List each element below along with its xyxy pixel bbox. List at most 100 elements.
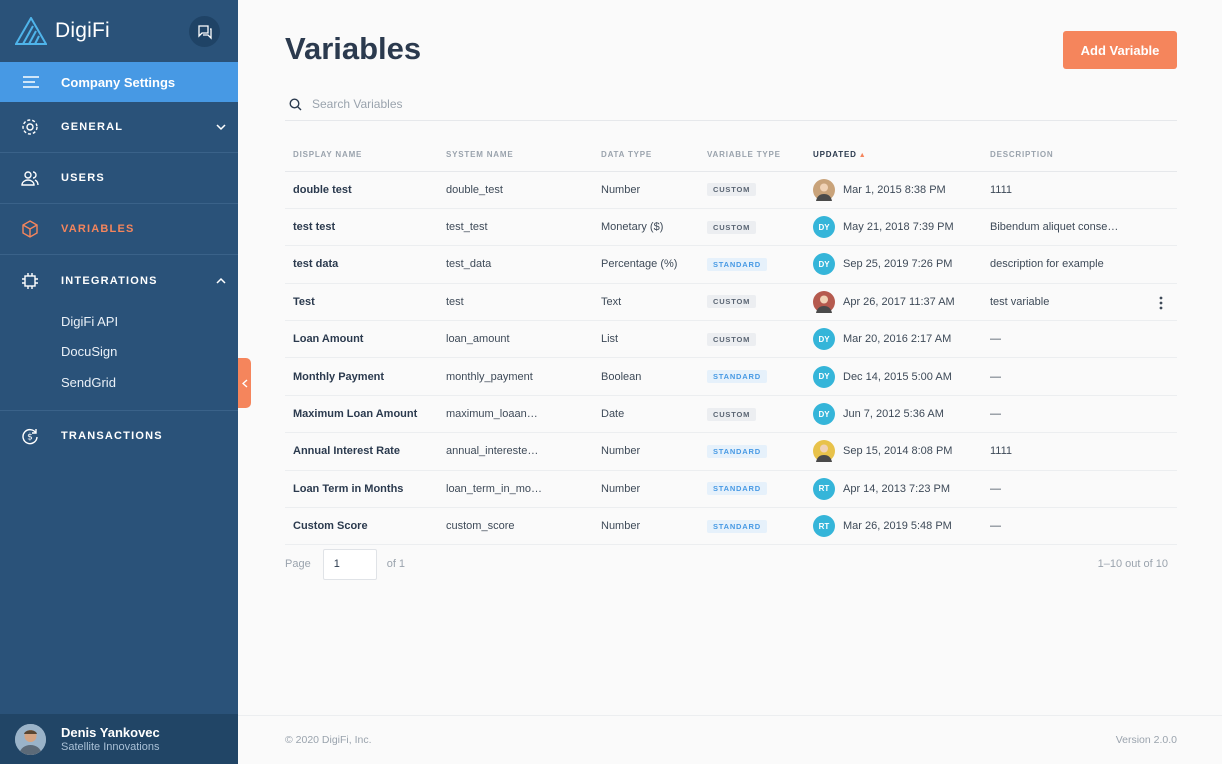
avatar: DY [813, 328, 835, 351]
cell-description: 1111 [982, 171, 1177, 209]
cell-description: description for example [982, 245, 1177, 284]
sidebar-item-label: GENERAL [61, 121, 124, 133]
menu-lines-icon [23, 76, 39, 88]
page-number-input[interactable] [322, 548, 377, 580]
company-settings-item[interactable]: Company Settings [0, 62, 238, 102]
main-content: Variables Add Variable DISPLAY NAME SYST… [238, 0, 1222, 764]
sidebar-item-label: INTEGRATIONS [61, 274, 158, 287]
description-text: 1111 [990, 183, 1013, 196]
sidebar-item-label: USERS [61, 172, 105, 184]
sidebar-subitem-sendgrid[interactable]: SendGrid [0, 367, 238, 398]
avatar: DY [813, 365, 835, 388]
chat-button[interactable] [189, 16, 220, 47]
avatar: DY [813, 216, 835, 239]
avatar: DY [813, 403, 835, 426]
updated-timestamp: May 21, 2018 7:39 PM [843, 221, 954, 234]
cell-data-type: Number [593, 470, 699, 509]
sidebar-subitem-digifi-api[interactable]: DigiFi API [0, 306, 238, 337]
cell-data-type: Date [593, 395, 699, 434]
brand-header: DigiFi [0, 0, 238, 62]
cell-data-type: Number [593, 507, 699, 546]
cell-variable-type: CUSTOM [699, 171, 805, 209]
table-row[interactable]: Test test Text CUSTOM Apr 26, 2017 11:37 AM t… [285, 283, 1177, 322]
cell-updated: Mar 1, 2015 8:38 PM [805, 171, 982, 209]
column-header-label: UPDATED [813, 149, 857, 159]
sidebar-item-label: TRANSACTIONS [61, 430, 163, 442]
cell-data-type: List [593, 320, 699, 359]
variable-type-badge: STANDARD [707, 257, 767, 271]
add-variable-button[interactable]: Add Variable [1063, 31, 1177, 69]
table-row[interactable]: double test double_test Number CUSTOM Mar 1,… [285, 171, 1177, 209]
cell-data-type: Number [593, 432, 699, 471]
cell-display-name: Custom Score [285, 507, 438, 546]
cell-display-name: Maximum Loan Amount [285, 395, 438, 434]
cell-description: test variable [982, 283, 1177, 322]
integrations-group: INTEGRATIONS DigiFi API DocuSign SendGri… [0, 255, 238, 411]
cell-system-name: test_test [438, 208, 593, 247]
cell-variable-type: STANDARD [699, 245, 805, 284]
column-header-system-name[interactable]: SYSTEM NAME [438, 138, 593, 172]
variable-type-badge: STANDARD [707, 370, 767, 384]
cell-updated: DY Jun 7, 2012 5:36 AM [805, 395, 982, 434]
page-total: of 1 [386, 558, 406, 570]
table-row[interactable]: Loan Term in Months loan_term_in_mo… Numbe… [285, 470, 1177, 509]
table-row[interactable]: test data test_data Percentage (%) STANDARD… [285, 245, 1177, 284]
cell-description: — [982, 395, 1177, 434]
column-header-description[interactable]: DESCRIPTION [982, 138, 1177, 172]
column-header-display-name[interactable]: DISPLAY NAME [285, 138, 438, 172]
column-header-updated[interactable]: UPDATED ▲ [805, 138, 982, 172]
search-input[interactable] [312, 97, 712, 111]
updated-timestamp: Mar 1, 2015 8:38 PM [843, 183, 946, 196]
chat-icon [197, 24, 212, 40]
table-row[interactable]: Custom Score custom_score Number STANDARD RT… [285, 507, 1177, 546]
cell-updated: DY Dec 14, 2015 5:00 AM [805, 357, 982, 396]
sidebar-item-transactions[interactable]: $ TRANSACTIONS [0, 411, 238, 462]
cell-updated: Apr 26, 2017 11:37 AM [805, 283, 982, 322]
cell-updated: Sep 15, 2014 8:08 PM [805, 432, 982, 471]
dollar-cycle-icon: $ [22, 428, 38, 445]
avatar [15, 723, 46, 755]
cell-variable-type: CUSTOM [699, 395, 805, 434]
svg-text:$: $ [27, 433, 33, 443]
more-options-icon[interactable] [1159, 296, 1163, 310]
avatar: RT [813, 515, 835, 538]
description-text: — [990, 520, 1001, 533]
sidebar-item-users[interactable]: USERS [0, 153, 238, 204]
sidebar: DigiFi Company Settings GENERAL USERS VA… [0, 0, 238, 764]
description-text: description for example [990, 258, 1104, 271]
cell-updated: DY May 21, 2018 7:39 PM [805, 208, 982, 247]
cube-icon [22, 220, 38, 238]
company-settings-label: Company Settings [61, 74, 176, 90]
sidebar-subitem-docusign[interactable]: DocuSign [0, 337, 238, 368]
avatar [813, 290, 835, 313]
table-row[interactable]: Annual Interest Rate annual_intereste… Num… [285, 432, 1177, 471]
cell-display-name: Test [285, 283, 438, 322]
table-row[interactable]: test test test_test Monetary ($) CUSTOM DY Ma… [285, 208, 1177, 247]
cell-data-type: Text [593, 283, 699, 322]
table-row[interactable]: Monthly Payment monthly_payment Boolean STA… [285, 357, 1177, 396]
cell-system-name: loan_term_in_mo… [438, 470, 593, 509]
cell-variable-type: STANDARD [699, 507, 805, 546]
current-user[interactable]: Denis Yankovec Satellite Innovations [0, 714, 238, 764]
column-header-data-type[interactable]: DATA TYPE [593, 138, 699, 172]
avatar: DY [813, 253, 835, 276]
updated-timestamp: Jun 7, 2012 5:36 AM [843, 408, 944, 421]
table-row[interactable]: Loan Amount loan_amount List CUSTOM DY Mar 20… [285, 320, 1177, 359]
pagination: Page of 1 1–10 out of 10 [285, 548, 1177, 580]
cell-updated: DY Mar 20, 2016 2:17 AM [805, 320, 982, 359]
cell-system-name: double_test [438, 171, 593, 209]
column-header-variable-type[interactable]: VARIABLE TYPE [699, 138, 805, 172]
cell-display-name: Loan Amount [285, 320, 438, 359]
updated-timestamp: Sep 25, 2019 7:26 PM [843, 258, 953, 271]
cell-description: Bibendum aliquet conse… [982, 208, 1177, 247]
table-row[interactable]: Maximum Loan Amount maximum_loaan… Date CUS… [285, 395, 1177, 434]
sidebar-item-general[interactable]: GENERAL [0, 102, 238, 153]
cell-display-name: double test [285, 171, 438, 209]
variable-type-badge: CUSTOM [707, 407, 757, 421]
sidebar-item-integrations[interactable]: INTEGRATIONS [0, 255, 238, 306]
cell-updated: DY Sep 25, 2019 7:26 PM [805, 245, 982, 284]
updated-timestamp: Sep 15, 2014 8:08 PM [843, 445, 953, 458]
variables-table: DISPLAY NAME SYSTEM NAME DATA TYPE VARIA… [285, 138, 1177, 546]
updated-timestamp: Mar 26, 2019 5:48 PM [843, 520, 952, 533]
sidebar-item-variables[interactable]: VARIABLES [0, 204, 238, 255]
